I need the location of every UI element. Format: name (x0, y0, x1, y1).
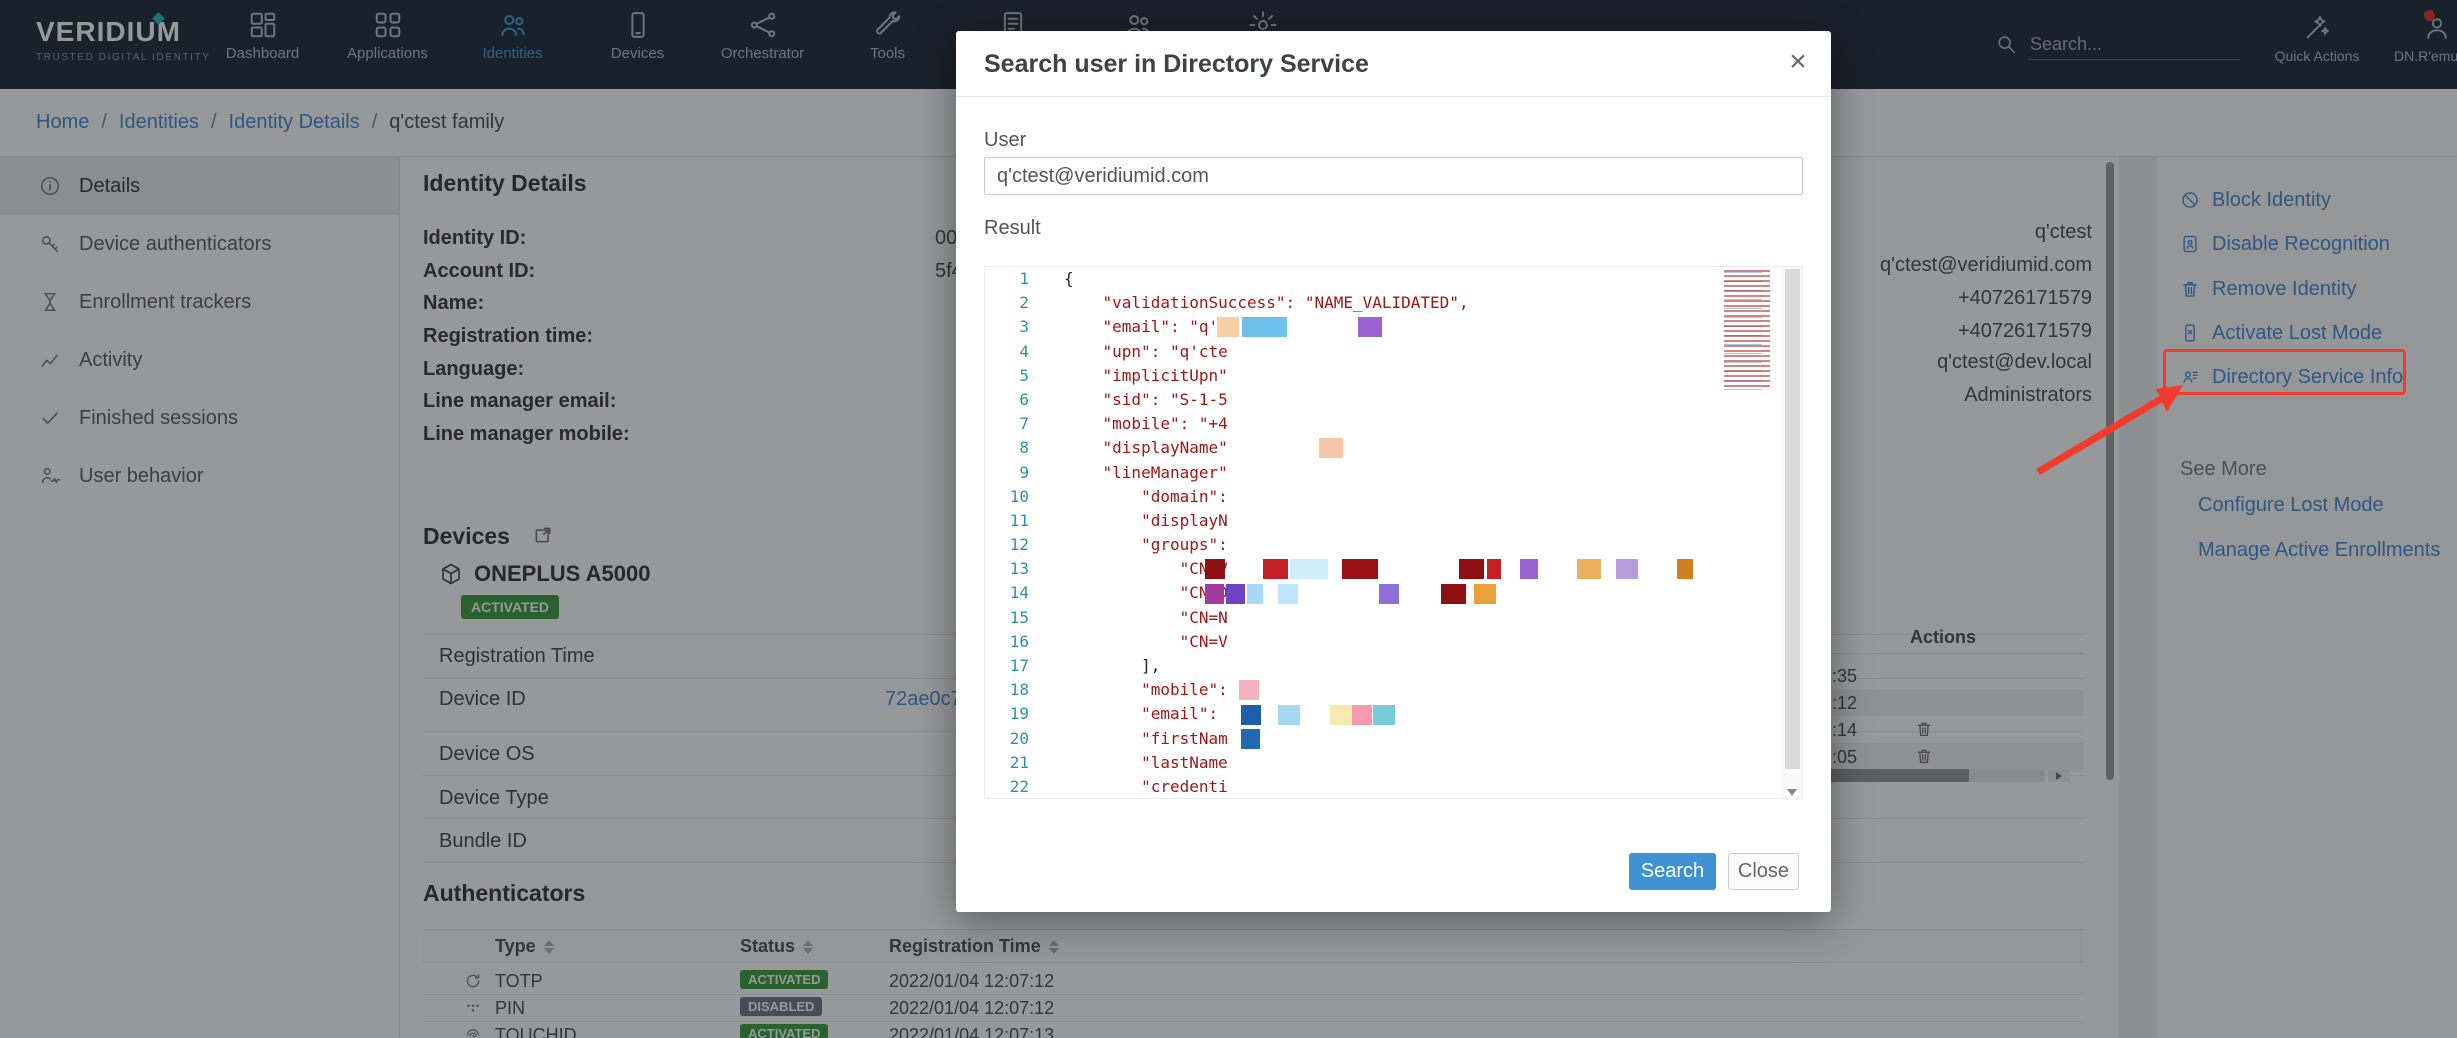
close-button[interactable]: Close (1728, 853, 1799, 890)
editor-scrollbar-track[interactable] (1782, 267, 1802, 799)
redaction-block (1352, 705, 1372, 725)
code-line: "validationSuccess": "NAME_VALIDATED", (1045, 291, 1745, 315)
redaction-block (1278, 584, 1298, 604)
directory-search-modal: Search user in Directory Service × User … (956, 31, 1831, 912)
close-icon[interactable]: × (1780, 45, 1816, 79)
json-result-editor[interactable]: 1 2 3 4 5 6 7 8 9 10 11 12 13 14 15 16 1… (984, 266, 1803, 799)
code-line: { (1045, 267, 1745, 291)
redaction-block (1319, 438, 1343, 458)
redaction-block (1330, 705, 1352, 725)
redaction-block (1278, 705, 1300, 725)
redaction-block (1577, 559, 1601, 579)
redaction-block (1241, 729, 1260, 749)
redaction-block (1520, 559, 1538, 579)
code-line: ], (1045, 654, 1745, 678)
redaction-block (1217, 317, 1239, 337)
code-line: "credenti (1045, 775, 1745, 799)
code-line: "mobile": (1045, 678, 1745, 702)
redaction-block (1616, 559, 1638, 579)
code-line: "implicitUpn" (1045, 364, 1745, 388)
redaction-block (1677, 559, 1693, 579)
result-label: Result (984, 217, 1041, 240)
editor-minimap[interactable] (1724, 270, 1778, 390)
code-line: "firstNam (1045, 727, 1745, 751)
redaction-block (1263, 559, 1288, 579)
code-line: "domain": (1045, 485, 1745, 509)
user-search-input[interactable] (984, 157, 1803, 195)
redaction-block (1358, 317, 1382, 337)
code-line: "lineManager" (1045, 461, 1745, 485)
code-line: "displayName" (1045, 436, 1745, 460)
modal-header: Search user in Directory Service × (956, 31, 1831, 97)
editor-line-numbers: 1 2 3 4 5 6 7 8 9 10 11 12 13 14 15 16 1… (985, 267, 1045, 799)
code-lines: { "validationSuccess": "NAME_VALIDATED",… (1045, 267, 1745, 799)
redaction-block (1441, 584, 1466, 604)
redaction-block (1242, 317, 1287, 337)
code-line: "CN=N (1045, 606, 1745, 630)
redaction-block (1373, 705, 1395, 725)
redaction-block (1205, 559, 1225, 579)
redaction-block (1290, 559, 1328, 579)
code-line: "lastName (1045, 751, 1745, 775)
code-line: "CN=V (1045, 630, 1745, 654)
scroll-down-icon[interactable] (1787, 789, 1797, 796)
code-line: "upn": "q'cte (1045, 340, 1745, 364)
code-line: "email": (1045, 702, 1745, 726)
user-field-label: User (984, 129, 1026, 152)
code-line: "groups": (1045, 533, 1745, 557)
redaction-block (1459, 559, 1484, 579)
editor-scrollbar-thumb[interactable] (1785, 269, 1800, 769)
redaction-block (1487, 559, 1501, 579)
annotation-arrow (2020, 368, 2200, 488)
redaction-block (1342, 559, 1378, 579)
code-line: "mobile": "+4 (1045, 412, 1745, 436)
redaction-block (1379, 584, 1399, 604)
modal-title: Search user in Directory Service (984, 50, 1369, 79)
redaction-block (1247, 584, 1263, 604)
redaction-block (1239, 680, 1259, 700)
redaction-block (1226, 584, 1245, 604)
code-line: "sid": "S-1-5 (1045, 388, 1745, 412)
redaction-block (1241, 705, 1261, 725)
code-line: "displayN (1045, 509, 1745, 533)
code-line: "CN=V (1045, 557, 1745, 581)
search-button[interactable]: Search (1629, 853, 1716, 890)
code-line: "email": "q'c (1045, 315, 1745, 339)
redaction-block (1205, 584, 1224, 604)
redaction-block (1474, 584, 1496, 604)
